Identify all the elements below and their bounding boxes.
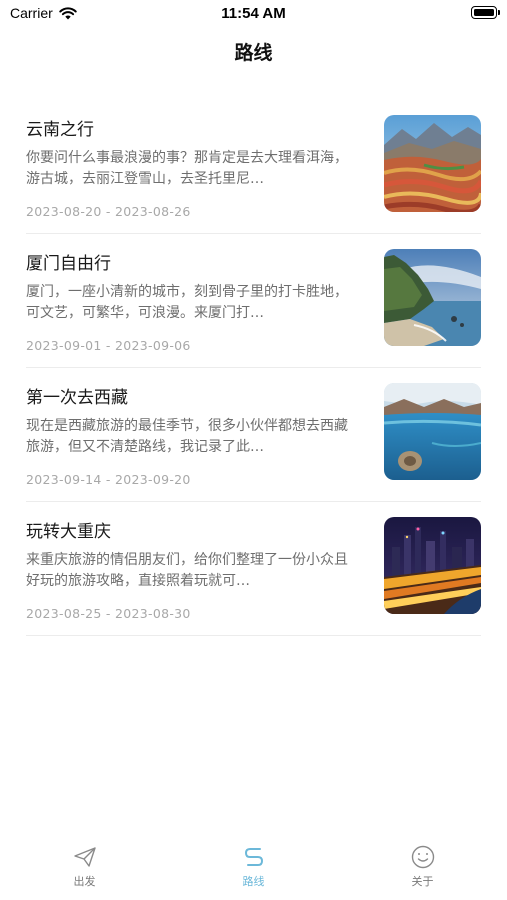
route-item-tibet[interactable]: 第一次去西藏 现在是西藏旅游的最佳季节，很多小伙伴都想去西藏旅游，但又不清楚路线…	[26, 368, 481, 502]
route-title: 第一次去西藏	[26, 388, 128, 408]
route-description: 你要问什么事最浪漫的事？那肯定是去大理看洱海，游古城，去丽江登雪山，去圣托里尼…	[26, 150, 348, 187]
battery-icon	[471, 6, 500, 19]
city-night-photo	[384, 517, 481, 614]
tab-label: 路线	[242, 875, 265, 888]
route-description: 来重庆旅游的情侣朋友们，给你们整理了一份小众且好玩的旅游攻略，直接照着玩就可…	[26, 552, 348, 589]
page-title: 路线	[234, 42, 273, 64]
smile-icon	[411, 845, 434, 869]
tab-route[interactable]: 路线	[169, 838, 338, 900]
tab-label: 出发	[73, 875, 96, 888]
route-thumbnail	[384, 249, 481, 346]
coastline-photo	[384, 249, 481, 346]
route-list: 云南之行 你要问什么事最浪漫的事？那肯定是去大理看洱海，游古城，去丽江登雪山，去…	[0, 100, 507, 636]
route-date-range: 2023-08-20 - 2023-08-26	[26, 204, 191, 219]
route-item-xiamen[interactable]: 厦门自由行 厦门，一座小清新的城市，刻到骨子里的打卡胜地，可文艺，可繁华，可浪漫…	[26, 234, 481, 368]
route-thumbnail	[384, 383, 481, 480]
tab-bar: 出发 路线 关于	[0, 838, 507, 900]
route-date-range: 2023-09-01 - 2023-09-06	[26, 338, 191, 353]
status-time: 11:54 AM	[221, 5, 286, 22]
blue-lake-photo	[384, 383, 481, 480]
route-item-chongqing[interactable]: 玩转大重庆 来重庆旅游的情侣朋友们，给你们整理了一份小众且好玩的旅游攻略，直接照…	[26, 502, 481, 636]
route-date-range: 2023-08-25 - 2023-08-30	[26, 606, 191, 621]
route-description: 现在是西藏旅游的最佳季节，很多小伙伴都想去西藏旅游，但又不清楚路线，我记录了此…	[26, 418, 348, 455]
route-title: 厦门自由行	[26, 254, 111, 274]
screen: Carrier 11:54 AM 路线 云南之行 你要问什么事最浪漫的事？那肯定…	[0, 0, 507, 900]
tab-depart[interactable]: 出发	[0, 838, 169, 900]
tab-label: 关于	[411, 875, 434, 888]
route-item-yunnan[interactable]: 云南之行 你要问什么事最浪漫的事？那肯定是去大理看洱海，游古城，去丽江登雪山，去…	[26, 100, 481, 234]
route-icon	[244, 848, 263, 866]
route-thumbnail	[384, 115, 481, 212]
route-date-range: 2023-09-14 - 2023-09-20	[26, 472, 191, 487]
tab-about[interactable]: 关于	[338, 838, 507, 900]
mountain-terraces-photo	[384, 115, 481, 212]
status-bar: Carrier 11:54 AM	[0, 0, 507, 28]
route-thumbnail	[384, 517, 481, 614]
paper-plane-icon	[73, 847, 96, 867]
route-title: 云南之行	[26, 120, 94, 140]
route-description: 厦门，一座小清新的城市，刻到骨子里的打卡胜地，可文艺，可繁华，可浪漫。来厦门打…	[26, 284, 348, 321]
route-title: 玩转大重庆	[26, 522, 111, 542]
